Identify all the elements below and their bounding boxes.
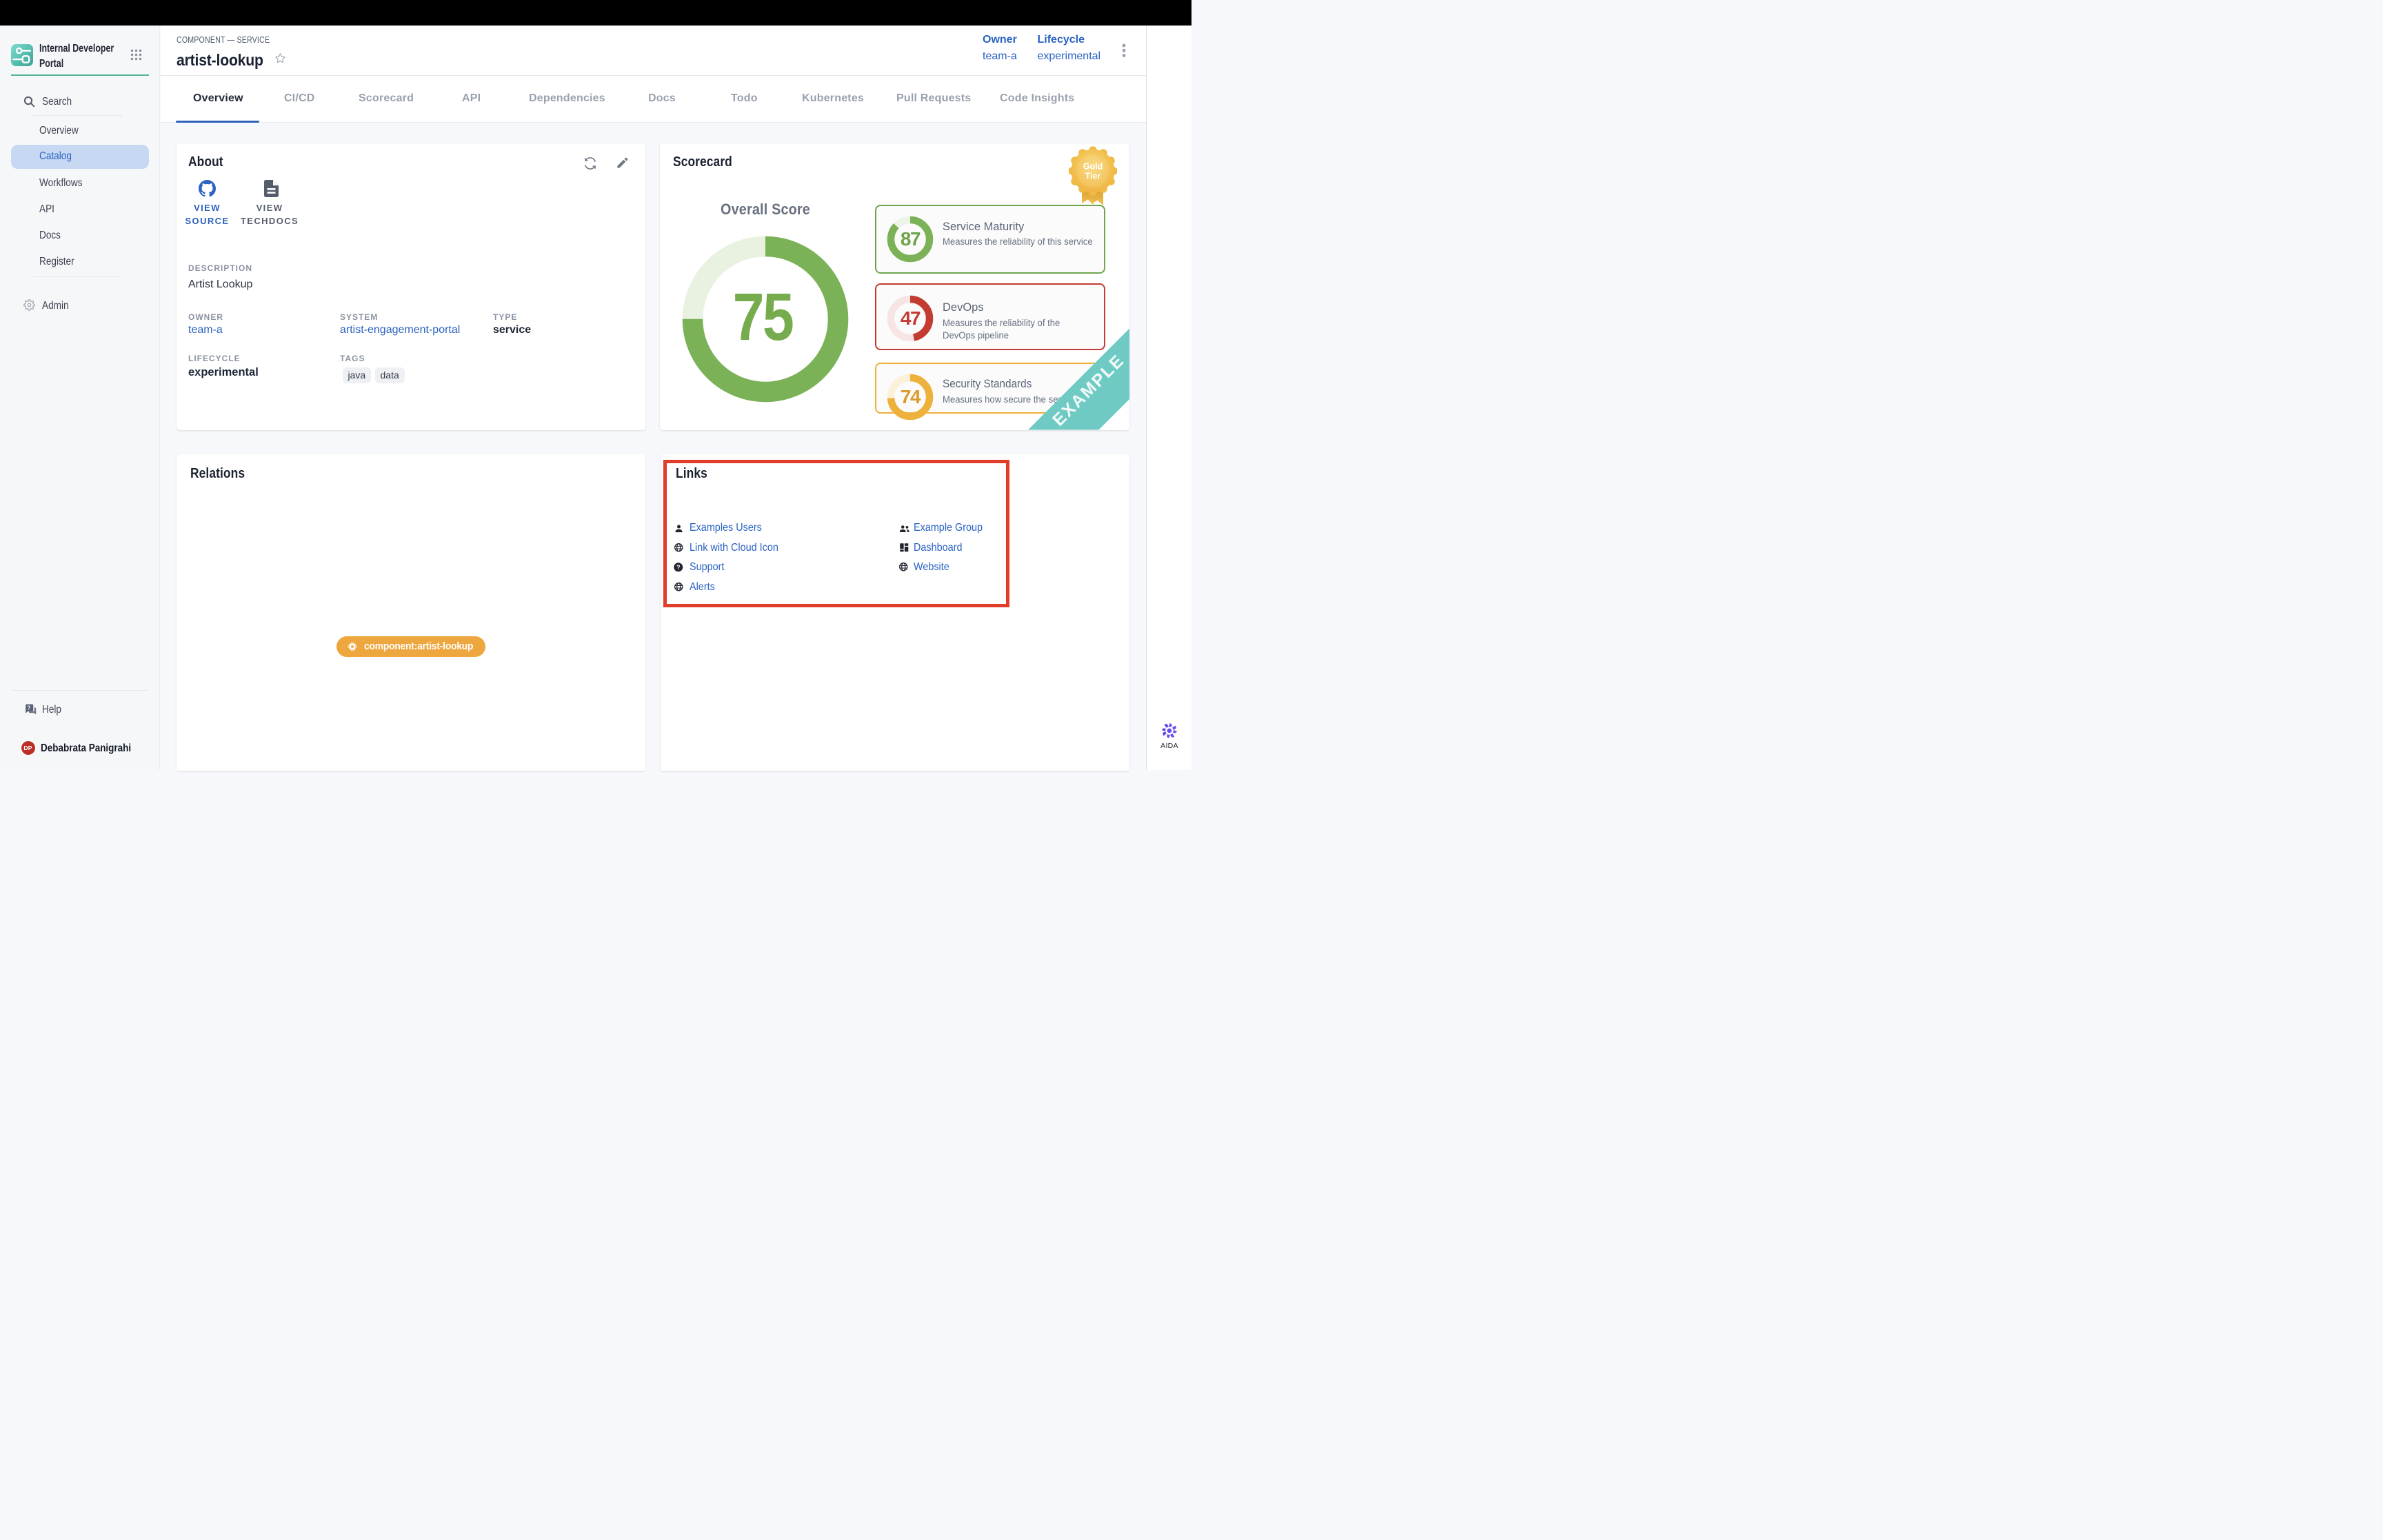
svg-text:Tier: Tier xyxy=(1085,171,1101,181)
svg-text:Gold: Gold xyxy=(1083,161,1103,171)
svg-text:?: ? xyxy=(676,564,681,571)
svg-text:?: ? xyxy=(27,705,30,711)
